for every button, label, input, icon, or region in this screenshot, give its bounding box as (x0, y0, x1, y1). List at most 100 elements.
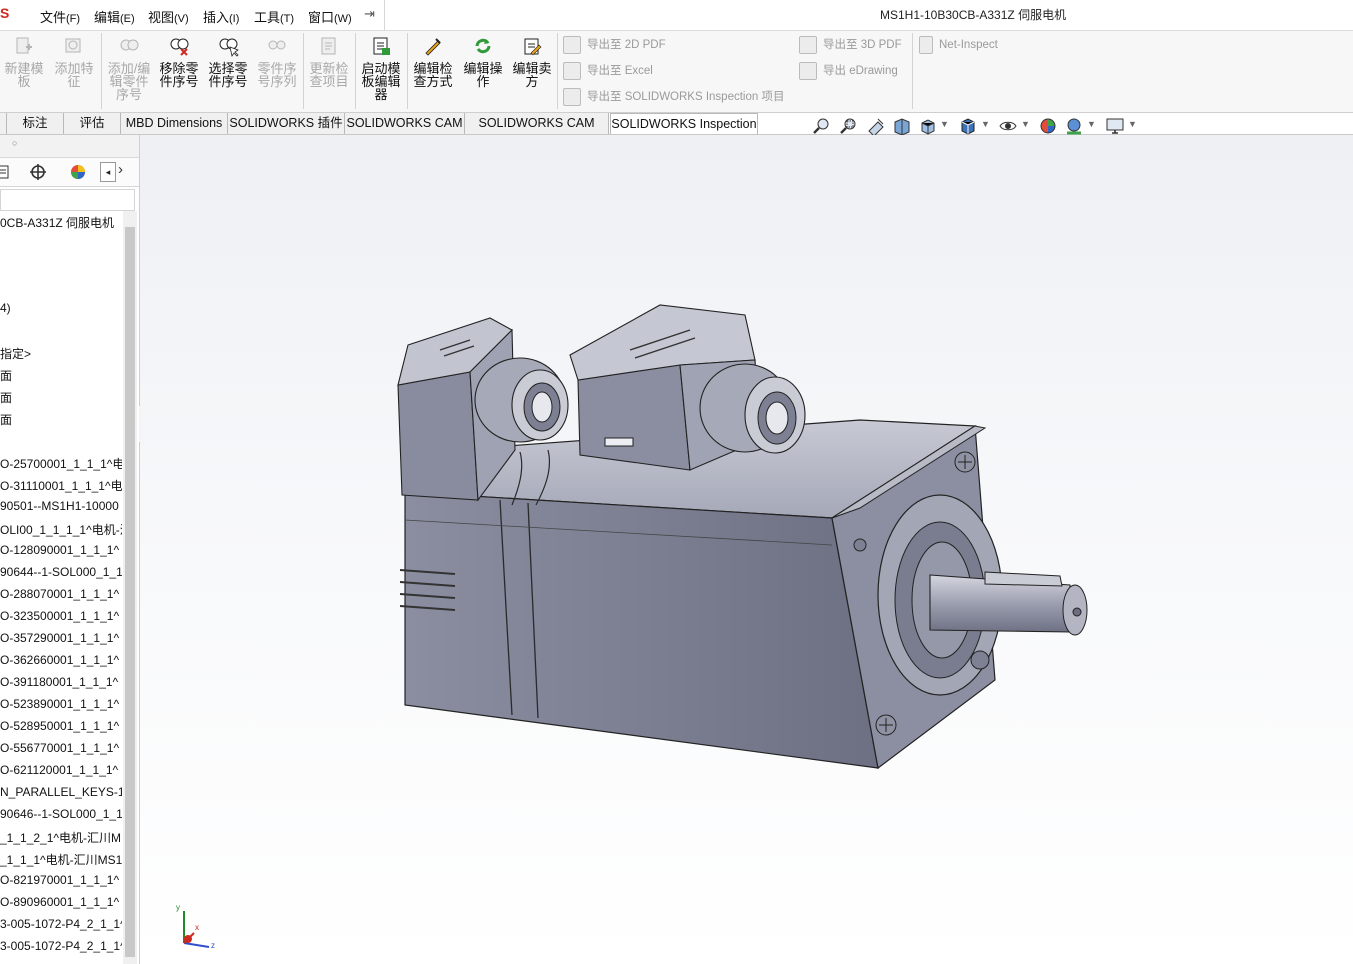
panel-scroll-right-icon[interactable]: › (118, 161, 123, 178)
tree-item[interactable]: 3-005-1072-P4_2_1_1^ (0, 939, 122, 953)
tree-item[interactable]: 3-005-1072-P4_2_1_1^ (0, 917, 122, 931)
property-manager-tab-icon[interactable] (0, 162, 14, 182)
ribbon-separator (303, 33, 304, 109)
net-inspect-label: Net-Inspect (939, 39, 998, 52)
menu-file[interactable]: 文件(F) (40, 7, 80, 26)
hide-show-items-icon[interactable] (998, 116, 1018, 136)
tree-item[interactable]: 90646--1-SOL000_1_1 (0, 807, 122, 821)
tree-item[interactable]: 90501--MS1H1-10000 (0, 499, 122, 513)
tab-mbd-dimensions[interactable]: MBD Dimensions (121, 113, 228, 134)
tree-item[interactable]: 面 (0, 389, 122, 406)
add-feature-button[interactable]: 添加特 征 (52, 35, 96, 88)
tree-item[interactable]: O-391180001_1_1_1^ (0, 675, 122, 689)
tree-item[interactable]: O-25700001_1_1_1^电 (0, 455, 122, 472)
tree-item[interactable]: _1_1_2_1^电机-汇川M (0, 829, 122, 846)
template-editor-button[interactable]: 启动模 板编辑 器 (359, 35, 403, 101)
tree-item[interactable]: O-528950001_1_1_1^ (0, 719, 122, 733)
edit-appearance-icon[interactable] (1038, 116, 1058, 136)
menu-insert[interactable]: 插入(I) (203, 7, 239, 26)
tree-item[interactable]: O-890960001_1_1_1^ (0, 895, 122, 909)
remove-balloon-button[interactable]: 移除零 件序号 (157, 35, 201, 88)
update-inspection-button[interactable]: 更新检 查项目 (307, 35, 351, 88)
edit-operation-button[interactable]: 编辑操 作 (461, 35, 505, 88)
tree-item[interactable]: O-323500001_1_1_1^ (0, 609, 122, 623)
menu-window[interactable]: 窗口(W) (308, 7, 352, 26)
tree-scrollbar[interactable] (123, 211, 137, 964)
tree-root-item[interactable]: 0CB-A331Z 伺服电机 (0, 214, 122, 231)
edit-operation-icon (475, 38, 491, 54)
panel-scroll-left-icon[interactable]: ◂ (100, 162, 116, 182)
tree-item[interactable]: O-288070001_1_1_1^ (0, 587, 122, 601)
tree-item[interactable]: O-357290001_1_1_1^ (0, 631, 122, 645)
triad-x-label: x (195, 923, 199, 932)
graphics-viewport[interactable]: y x z (140, 135, 1353, 964)
menu-view[interactable]: 视图(V) (148, 7, 189, 26)
tab-solidworks-inspection[interactable]: SOLIDWORKS Inspection (610, 113, 758, 135)
balloon-sequence-icon (268, 40, 286, 50)
tree-filter-box[interactable] (0, 189, 135, 211)
menu-window-accel: (W) (334, 13, 352, 25)
menu-edit[interactable]: 编辑(E) (94, 7, 135, 26)
menu-insert-label: 插入 (203, 10, 230, 25)
ribbon-separator (407, 33, 408, 109)
view-settings-icon[interactable] (1105, 116, 1125, 136)
export-sw-inspection-button[interactable]: 导出至 SOLIDWORKS Inspection 项目 (563, 88, 784, 106)
tab-overflow (0, 113, 7, 134)
tree-item[interactable]: 面 (0, 367, 122, 384)
tree-item[interactable]: 90644--1-SOL000_1_1 (0, 565, 122, 579)
servo-motor-model[interactable] (140, 135, 1353, 964)
net-inspect-button[interactable]: Net-Inspect (919, 36, 998, 54)
panel-collapse-dot-icon[interactable]: ○ (12, 138, 17, 148)
tab-annotation[interactable]: 标注 (7, 113, 64, 134)
zoom-to-fit-icon[interactable] (812, 116, 832, 136)
tree-scrollbar-thumb[interactable] (125, 227, 135, 957)
menu-file-label: 文件 (40, 10, 67, 25)
tree-item[interactable]: 面 (0, 411, 122, 428)
command-manager-tabs: 标注 评估 MBD Dimensions SOLIDWORKS 插件 SOLID… (0, 113, 760, 151)
apply-scene-icon[interactable] (1064, 116, 1084, 136)
tree-item[interactable]: O-362660001_1_1_1^ (0, 653, 122, 667)
zoom-to-area-icon[interactable] (839, 116, 859, 136)
export-excel-button[interactable]: 导出至 Excel (563, 62, 653, 80)
tab-solidworks-cam-tbm[interactable]: SOLIDWORKS CAM TBM (465, 113, 609, 151)
config-manager-tab-icon[interactable] (28, 162, 48, 182)
export-sw-inspection-label: 导出至 SOLIDWORKS Inspection 项目 (587, 91, 785, 104)
tree-item[interactable]: N_PARALLEL_KEYS-1- (0, 785, 122, 799)
tree-item[interactable]: O-128090001_1_1_1^ (0, 543, 122, 557)
tree-item[interactable]: O-821970001_1_1_1^ (0, 873, 122, 887)
export-edrawing-button[interactable]: 导出 eDrawing (799, 62, 898, 80)
edit-vendor-button[interactable]: 编辑卖 方 (510, 35, 554, 88)
tree-item[interactable]: O-556770001_1_1_1^ (0, 741, 122, 755)
panel-tab-icons: ◂ › (0, 158, 139, 187)
excel-icon (563, 62, 581, 80)
view-orientation-icon[interactable] (918, 116, 938, 136)
select-balloon-button[interactable]: 选择零 件序号 (206, 35, 250, 88)
tree-item[interactable]: _1_1_1^电机-汇川MS1 (0, 851, 122, 868)
edit-inspection-method-label-2: 查方式 (413, 74, 453, 89)
tree-item[interactable]: O-523890001_1_1_1^ (0, 697, 122, 711)
previous-view-icon[interactable] (866, 116, 886, 136)
display-style-icon[interactable] (958, 116, 978, 136)
balloon-sequence-button[interactable]: 零件序 号序列 (255, 35, 299, 88)
export-2d-pdf-button[interactable]: 导出至 2D PDF (563, 36, 666, 54)
tree-item[interactable]: O-621120001_1_1_1^ (0, 763, 122, 777)
ribbon-separator (355, 33, 356, 109)
tab-solidworks-cam[interactable]: SOLIDWORKS CAM (345, 113, 465, 134)
tree-item[interactable]: 指定> (0, 345, 122, 362)
tree-item[interactable]: OLI00_1_1_1_1^电机-汇 (0, 521, 122, 538)
edit-inspection-method-icon (425, 38, 441, 56)
menu-tools[interactable]: 工具(T) (254, 7, 294, 26)
new-template-button[interactable]: 新建模 板 (2, 35, 46, 88)
section-view-icon[interactable] (892, 116, 912, 136)
tree-item[interactable]: O-31110001_1_1_1^电 (0, 477, 122, 494)
display-manager-tab-icon[interactable] (68, 162, 88, 182)
export-3d-pdf-button[interactable]: 导出至 3D PDF (799, 36, 902, 54)
add-edit-balloon-button[interactable]: 添加/编 辑零件 序号 (104, 35, 154, 101)
edit-vendor-icon (524, 38, 542, 56)
tree-item[interactable]: 4) (0, 301, 122, 315)
edit-inspection-method-button[interactable]: 编辑检 查方式 (411, 35, 455, 88)
pin-menu-icon[interactable]: ⇥ (364, 6, 375, 22)
ribbon-separator (557, 33, 558, 109)
tab-evaluate[interactable]: 评估 (64, 113, 121, 134)
tab-solidworks-addins[interactable]: SOLIDWORKS 插件 (228, 113, 345, 134)
